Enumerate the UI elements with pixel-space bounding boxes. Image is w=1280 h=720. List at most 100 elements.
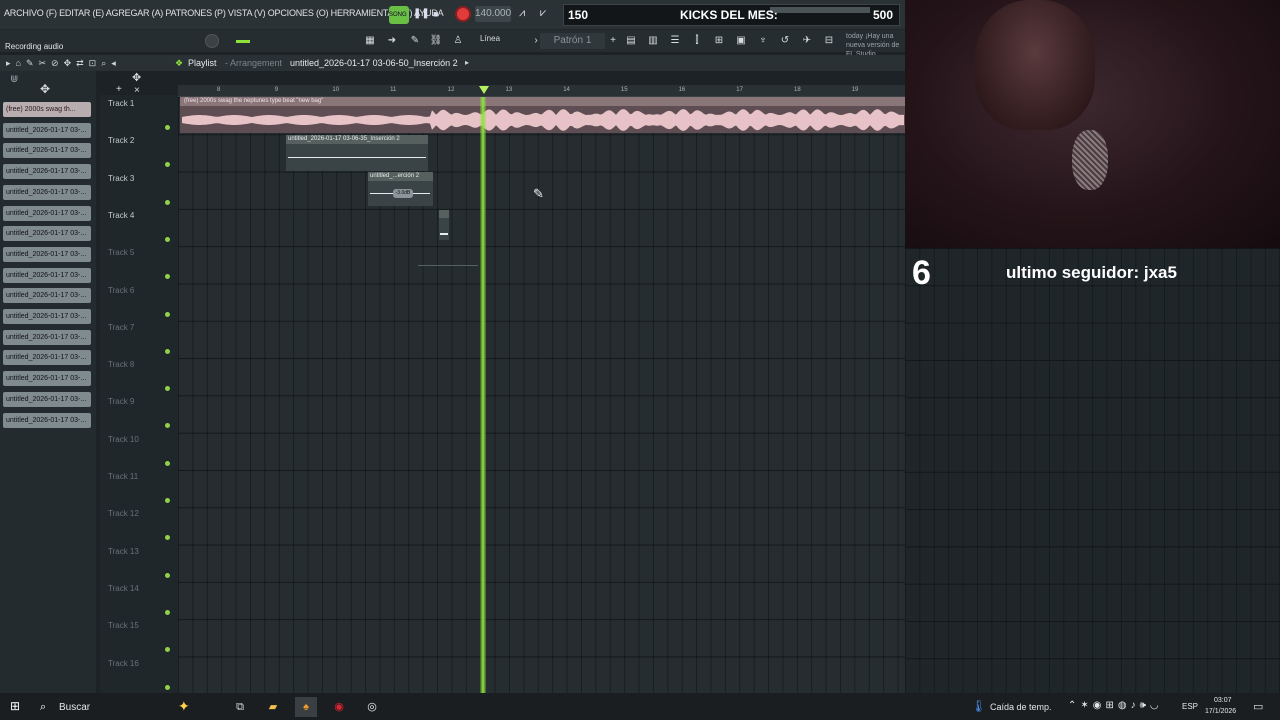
add-pattern-icon[interactable]: + <box>605 34 621 48</box>
track-label[interactable]: Track 1 <box>108 99 134 108</box>
notifications-icon[interactable]: ▭ <box>1253 700 1263 713</box>
master-volume-knob[interactable] <box>205 34 219 48</box>
track-mute-led[interactable] <box>165 609 170 615</box>
track-label[interactable]: Track 13 <box>108 547 139 556</box>
playlist-arrow-icon[interactable]: ❖ <box>175 58 183 69</box>
track-label[interactable]: Track 9 <box>108 397 134 406</box>
song-mode-button[interactable]: SONG <box>389 6 409 24</box>
track-label[interactable]: Track 15 <box>108 621 139 630</box>
track-label[interactable]: Track 6 <box>108 286 134 295</box>
track-label[interactable]: Track 16 <box>108 659 139 668</box>
taskbar-search[interactable]: Buscar <box>59 702 90 713</box>
search-icon[interactable]: ⌕ <box>40 701 46 714</box>
plug-icon[interactable]: ♆ <box>755 34 771 48</box>
tools-icon[interactable]: ✈ <box>799 34 815 48</box>
task-view-icon[interactable]: ⧉ <box>229 697 251 717</box>
picker-item[interactable]: untitled_2026-01-17 03-... <box>3 329 91 345</box>
stamp-icon[interactable]: ♙ <box>450 34 466 48</box>
pause-icon[interactable]: ❚❚ <box>413 6 430 22</box>
track-mute-led[interactable] <box>165 348 170 354</box>
track-mute-led[interactable] <box>165 199 170 205</box>
piano-roll-icon[interactable]: ▥ <box>645 34 661 48</box>
picker-item[interactable]: untitled_2026-01-17 03-... <box>3 143 91 159</box>
track-mute-led[interactable] <box>165 572 170 578</box>
main-menu[interactable]: ARCHIVO (F) EDITAR (E) AGREGAR (A) PATRO… <box>4 8 444 18</box>
track-label[interactable]: Track 5 <box>108 248 134 257</box>
track-mute-led[interactable] <box>165 460 170 466</box>
channel-rack-icon[interactable]: ☰ <box>667 34 683 48</box>
playlist-title: Playlist <box>188 58 217 68</box>
piano-icon[interactable]: ▦ <box>362 34 378 48</box>
tempo-display[interactable]: 140.000 <box>475 6 511 22</box>
pencil-icon[interactable]: ✎ <box>407 34 423 48</box>
obs-icon[interactable]: ◉ <box>328 697 350 717</box>
playhead-marker[interactable] <box>479 86 489 94</box>
add-track-icon[interactable]: + <box>116 84 122 95</box>
track-label[interactable]: Track 4 <box>108 211 134 220</box>
track-label[interactable]: Track 14 <box>108 584 139 593</box>
undo-icon[interactable]: ↺ <box>777 34 793 48</box>
playlist-file[interactable]: untitled_2026-01-17 03-06-50_Inserción 2 <box>290 58 458 68</box>
picker-item[interactable]: untitled_2026-01-17 03-... <box>3 267 91 283</box>
magnet-icon[interactable]: ⋓ <box>10 74 18 85</box>
cpu-meter <box>770 7 870 13</box>
picker-item[interactable]: untitled_2026-01-17 03-... <box>3 412 91 428</box>
track-label[interactable]: Track 12 <box>108 509 139 518</box>
picker-item[interactable]: untitled_2026-01-17 03-... <box>3 391 91 407</box>
picker-item[interactable]: untitled_2026-01-17 03-... <box>3 288 91 304</box>
track-label[interactable]: Track 7 <box>108 323 134 332</box>
track-label[interactable]: Track 11 <box>108 472 138 481</box>
track-mute-led[interactable] <box>165 498 170 503</box>
cart-icon[interactable]: ⊟ <box>821 34 837 48</box>
goal-target: 500 <box>873 8 894 22</box>
picker-item[interactable]: untitled_2026-01-17 03-... <box>3 246 91 262</box>
picker-item[interactable]: untitled_2026-01-17 03-... <box>3 350 91 366</box>
wait-input-icon[interactable]: ⩗ <box>540 7 546 20</box>
windows-start-icon[interactable]: ⊞ <box>10 700 23 713</box>
fl-studio-icon[interactable]: ♠ <box>295 697 317 717</box>
track-label[interactable]: Track 2 <box>108 136 134 145</box>
link-icon[interactable]: ⛓ <box>428 34 444 48</box>
goal-current: 150 <box>568 8 589 22</box>
playhead[interactable] <box>480 97 486 693</box>
stop-icon[interactable]: ■ <box>433 6 447 22</box>
clock-date[interactable]: 17/1/2026 <box>1205 708 1236 715</box>
language-indicator[interactable]: ESP <box>1182 702 1198 711</box>
track-label[interactable]: Track 8 <box>108 360 134 369</box>
record-button[interactable] <box>455 6 471 22</box>
plugin-icon[interactable]: ▣ <box>733 34 749 48</box>
audio-clip-track4[interactable] <box>439 210 449 240</box>
track-label[interactable]: Track 10 <box>108 435 139 444</box>
ruler-number: 8 <box>217 87 221 93</box>
file-explorer-icon[interactable]: ▰ <box>262 697 284 717</box>
track-mute-led[interactable] <box>165 125 170 130</box>
clock-time[interactable]: 03:07 <box>1214 697 1232 704</box>
picker-item[interactable]: (free) 2000s swag th... <box>3 102 91 117</box>
pitch-slider[interactable] <box>236 40 250 43</box>
track-mute-led[interactable] <box>165 311 170 317</box>
metronome-icon[interactable]: ⩘ <box>519 7 525 20</box>
playlist-subtitle[interactable]: - Arrangement <box>225 58 282 68</box>
mixer-icon[interactable]: ⫿ <box>689 34 705 48</box>
picker-item[interactable]: untitled_2026-01-17 03-... <box>3 164 91 180</box>
pattern-selector[interactable]: Patrón 1 <box>540 33 605 49</box>
playlist-icon[interactable]: ▤ <box>623 34 639 48</box>
picker-item[interactable]: untitled_2026-01-17 03-... <box>3 184 91 200</box>
track-label[interactable]: Track 3 <box>108 174 134 183</box>
system-tray-icons[interactable]: ⌃✶◉⊞◍♪🕪︎◡ <box>1068 700 1163 711</box>
picker-item[interactable]: untitled_2026-01-17 03-... <box>3 371 91 387</box>
picker-item[interactable]: untitled_2026-01-17 03-... <box>3 122 91 138</box>
weather-status[interactable]: Caída de temp. <box>990 702 1052 712</box>
arrow-right-icon[interactable]: ➜ <box>384 34 400 48</box>
move-icon[interactable]: ✥ <box>40 82 50 96</box>
track-mute-led[interactable] <box>165 236 170 242</box>
picker-item[interactable]: untitled_2026-01-17 03-... <box>3 309 91 324</box>
playlist-tools[interactable]: ▸⌂✎✂⊘✥⇄⊡⌕◂ <box>6 58 121 69</box>
snap-mode-select[interactable]: Línea <box>480 34 500 43</box>
zoom-icon[interactable]: ✥ <box>132 71 141 84</box>
picker-item[interactable]: untitled_2026-01-17 03-... <box>3 226 91 242</box>
app-icon[interactable]: ◎ <box>361 697 383 717</box>
picker-item[interactable]: untitled_2026-01-17 03-... <box>3 205 91 221</box>
track-mute-led[interactable] <box>165 684 170 690</box>
browser-icon[interactable]: ⊞ <box>711 34 727 48</box>
